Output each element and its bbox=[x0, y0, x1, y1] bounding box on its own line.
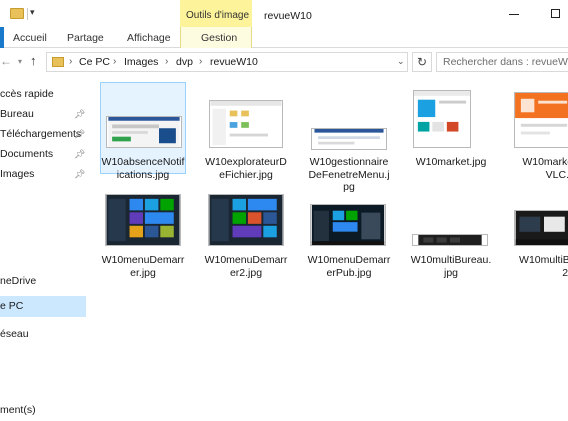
minimize-button[interactable] bbox=[500, 4, 528, 24]
file-name: W10market.jpg bbox=[408, 156, 494, 169]
nav-documents[interactable]: Documents bbox=[0, 148, 53, 160]
search-box[interactable]: Rechercher dans : revueW10 bbox=[436, 52, 568, 72]
breadcrumb-dvp[interactable]: dvp bbox=[176, 56, 193, 68]
ribbon-tab-bar: Accueil Partage Affichage Gestion bbox=[0, 27, 568, 48]
file-name: W10menuDemarr erPub.jpg bbox=[306, 254, 392, 279]
folder-icon bbox=[52, 57, 64, 67]
refresh-button[interactable]: ↻ bbox=[412, 52, 432, 72]
thumbnail-image bbox=[413, 90, 471, 148]
file-list-view: W10absenceNotif ications.jpg W10explorat… bbox=[88, 76, 568, 406]
nav-this-pc[interactable]: e PC bbox=[0, 296, 86, 317]
file-name-line: er.jpg bbox=[130, 266, 156, 279]
status-item-count: ment(s) bbox=[0, 404, 36, 416]
file-name-line: W10menuDemarr bbox=[101, 254, 185, 266]
file-name-line: W10menuDemarr bbox=[307, 254, 391, 266]
nav-telechargements[interactable]: Téléchargements bbox=[0, 128, 81, 140]
context-tab-header: Outils d'image bbox=[180, 0, 252, 27]
file-name: W10menuDemarr er2.jpg bbox=[203, 254, 289, 279]
tab-accueil[interactable]: Accueil bbox=[13, 32, 47, 44]
tab-gestion[interactable]: Gestion bbox=[201, 32, 237, 44]
pin-icon: 📌︎ bbox=[74, 169, 86, 179]
file-name: W10explorateurD eFichier.jpg bbox=[203, 156, 289, 181]
status-bar: ment(s) bbox=[0, 402, 568, 421]
address-bar[interactable]: › Ce PC › Images › dvp › revueW10 ⌄ bbox=[46, 52, 408, 72]
file-name-line: VLC.jpg bbox=[545, 168, 568, 181]
chevron-right-icon[interactable]: › bbox=[165, 56, 168, 67]
file-name-line: erPub.jpg bbox=[326, 266, 372, 279]
thumbnail-image bbox=[514, 92, 568, 148]
pin-icon: 📌︎ bbox=[74, 149, 86, 159]
file-name-line: W10multiBureau. bbox=[410, 254, 492, 266]
file-name: W10multiBureau. jpg bbox=[408, 254, 494, 279]
tab-partage[interactable]: Partage bbox=[67, 32, 104, 44]
nav-onedrive[interactable]: neDrive bbox=[0, 275, 36, 287]
breadcrumb-ce-pc[interactable]: Ce PC bbox=[79, 56, 110, 68]
thumbnail-image bbox=[412, 234, 488, 246]
refresh-icon: ↻ bbox=[416, 55, 428, 69]
file-name-line: W10market.jpg bbox=[415, 156, 487, 168]
folder-icon bbox=[10, 8, 24, 19]
file-name: W10absenceNotif ications.jpg bbox=[100, 156, 186, 181]
pin-icon: 📌︎ bbox=[74, 129, 86, 139]
nav-network[interactable]: éseau bbox=[0, 328, 29, 340]
file-name-line: W10marketA bbox=[522, 156, 568, 168]
title-separator bbox=[27, 8, 28, 20]
file-name: W10multiBure 2.jpg bbox=[499, 254, 568, 279]
thumbnail-image bbox=[106, 116, 182, 148]
search-placeholder: Rechercher dans : revueW10 bbox=[443, 56, 568, 68]
file-name-line: ications.jpg bbox=[116, 168, 170, 181]
maximize-icon bbox=[550, 9, 560, 18]
recent-locations-dropdown[interactable]: ▾ bbox=[18, 57, 22, 66]
address-row: ← ▾ ↑ › Ce PC › Images › dvp › revueW10 … bbox=[0, 48, 568, 76]
maximize-button[interactable] bbox=[541, 4, 568, 24]
file-name-line: er2.jpg bbox=[229, 266, 263, 279]
thumbnail-image bbox=[310, 204, 386, 246]
up-arrow-icon[interactable]: ↑ bbox=[30, 53, 37, 68]
window-title: revueW10 bbox=[264, 10, 312, 22]
nav-this-pc-label: e PC bbox=[0, 300, 24, 312]
quick-access-toolbar-dropdown[interactable]: ▾ bbox=[30, 7, 35, 18]
file-name-line: W10menuDemarr bbox=[204, 254, 288, 266]
file-name-line: eFichier.jpg bbox=[219, 168, 273, 181]
file-name-line: W10multiBure bbox=[519, 254, 568, 266]
thumbnail-image bbox=[208, 194, 284, 246]
tab-affichage[interactable]: Affichage bbox=[127, 32, 171, 44]
chevron-right-icon[interactable]: › bbox=[69, 56, 72, 67]
file-name: W10gestionnaire DeFenetreMenu.j pg bbox=[306, 156, 392, 194]
file-name-line: W10gestionnaire bbox=[309, 156, 389, 168]
file-name: W10menuDemarr er.jpg bbox=[100, 254, 186, 279]
file-name: W10marketA VLC.jpg bbox=[497, 156, 568, 181]
nav-quick-access[interactable]: ccès rapide bbox=[0, 88, 54, 100]
file-name-line: W10absenceNotif bbox=[101, 156, 185, 168]
chevron-down-icon[interactable]: ⌄ bbox=[397, 56, 405, 67]
thumbnail-image bbox=[311, 128, 387, 150]
chevron-right-icon[interactable]: › bbox=[199, 56, 202, 67]
breadcrumb-images[interactable]: Images bbox=[124, 56, 158, 68]
back-arrow-icon[interactable]: ← bbox=[0, 54, 12, 68]
navigation-pane: ccès rapide Bureau 📌︎ Téléchargements 📌︎… bbox=[0, 76, 88, 406]
thumbnail-image bbox=[209, 100, 283, 148]
nav-images[interactable]: Images bbox=[0, 168, 34, 180]
file-name-line: W10explorateurD bbox=[205, 156, 287, 168]
file-tab[interactable] bbox=[0, 27, 4, 48]
file-name-line: jpg bbox=[443, 266, 458, 279]
title-bar: ▾ Outils d'image revueW10 bbox=[0, 0, 568, 27]
context-tab-label: Outils d'image bbox=[186, 10, 250, 21]
chevron-right-icon[interactable]: › bbox=[113, 56, 116, 67]
thumbnail-image bbox=[514, 210, 568, 246]
file-name-line: 2.jpg bbox=[562, 266, 568, 279]
pin-icon: 📌︎ bbox=[74, 109, 86, 119]
file-name-line: DeFenetreMenu.j bbox=[308, 168, 390, 181]
nav-bureau[interactable]: Bureau bbox=[0, 108, 34, 120]
file-name-line: pg bbox=[343, 181, 355, 193]
breadcrumb-revuew10[interactable]: revueW10 bbox=[210, 56, 258, 68]
thumbnail-image bbox=[105, 194, 181, 246]
minimize-icon bbox=[509, 14, 519, 15]
